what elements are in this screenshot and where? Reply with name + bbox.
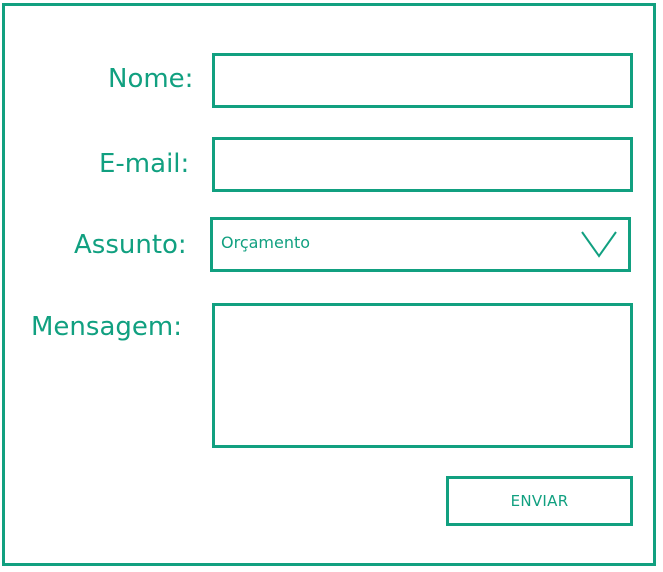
submit-button-label: ENVIAR	[510, 492, 569, 510]
submit-button[interactable]: ENVIAR	[446, 476, 633, 526]
message-textarea-box[interactable]	[212, 303, 633, 448]
message-textarea[interactable]	[215, 306, 630, 445]
email-input-box[interactable]	[212, 137, 633, 192]
email-input[interactable]	[215, 140, 630, 189]
subject-label: Assunto:	[74, 230, 187, 260]
name-input-box[interactable]	[212, 53, 633, 108]
name-input[interactable]	[215, 56, 630, 105]
message-label: Mensagem:	[31, 312, 182, 342]
email-label: E-mail:	[99, 149, 190, 179]
subject-selected-value: Orçamento	[221, 233, 311, 252]
subject-select[interactable]: Orçamento	[210, 217, 631, 272]
name-label: Nome:	[108, 64, 194, 94]
chevron-down-icon[interactable]	[580, 228, 618, 258]
